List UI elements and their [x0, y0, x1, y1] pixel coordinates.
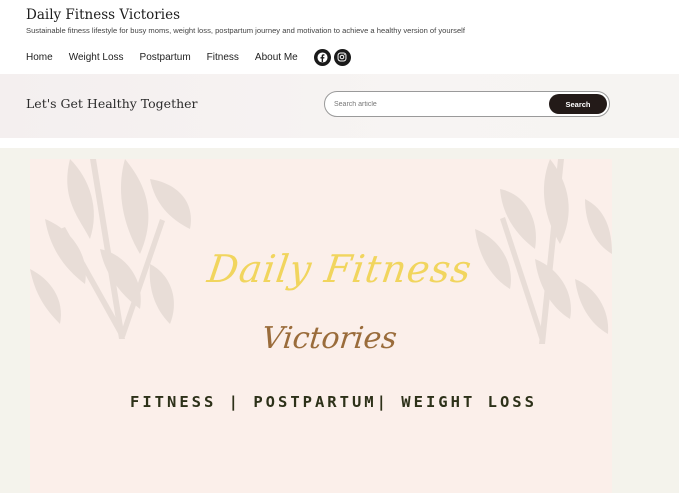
facebook-icon[interactable]	[313, 48, 331, 66]
social-links	[313, 48, 354, 66]
search-band: Let's Get Healthy Together Search	[0, 74, 679, 138]
nav-item-postpartum[interactable]: Postpartum	[140, 52, 191, 63]
main-nav: Home Weight Loss Postpartum Fitness Abou…	[26, 48, 354, 66]
banner-categories: FITNESS | POSTPARTUM| WEIGHT LOSS	[130, 393, 537, 411]
nav-item-weight-loss[interactable]: Weight Loss	[69, 52, 124, 63]
band-title: Let's Get Healthy Together	[26, 96, 198, 111]
search-button[interactable]: Search	[549, 94, 607, 114]
site-tagline: Sustainable fitness lifestyle for busy m…	[26, 26, 465, 35]
nav-item-about-me[interactable]: About Me	[255, 52, 298, 63]
nav-item-fitness[interactable]: Fitness	[207, 52, 239, 63]
section-gap	[0, 138, 679, 148]
banner-title-line2: Victories	[260, 321, 399, 356]
hero-banner: Daily Fitness Victories FITNESS | POSTPA…	[30, 159, 612, 493]
banner-title-line1: Daily Fitness	[204, 247, 475, 291]
search-box: Search	[324, 91, 610, 117]
site-header: Daily Fitness Victories Sustainable fitn…	[0, 0, 679, 74]
nav-item-home[interactable]: Home	[26, 52, 53, 63]
site-title[interactable]: Daily Fitness Victories	[26, 7, 180, 23]
search-input[interactable]	[334, 97, 534, 111]
instagram-icon[interactable]	[333, 48, 351, 66]
